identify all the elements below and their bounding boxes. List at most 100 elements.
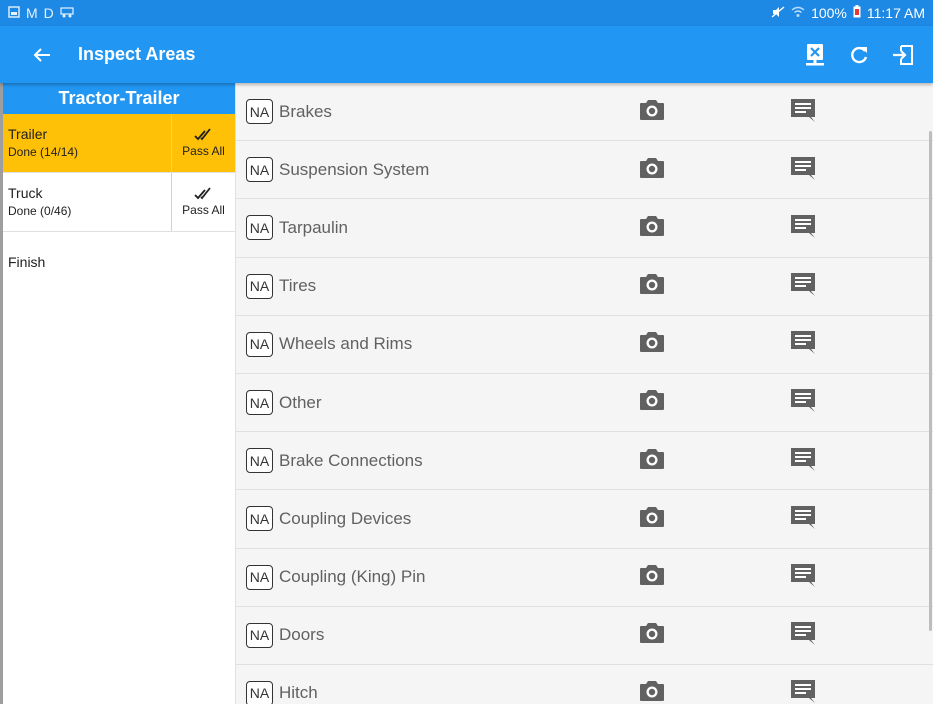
pass-all-button[interactable]: Pass All bbox=[171, 114, 235, 172]
camera-icon bbox=[638, 447, 666, 476]
clock: 11:17 AM bbox=[866, 5, 925, 21]
camera-button[interactable] bbox=[636, 388, 668, 418]
comment-button[interactable] bbox=[787, 213, 819, 243]
camera-button[interactable] bbox=[636, 679, 668, 704]
comment-button[interactable] bbox=[787, 504, 819, 534]
na-button[interactable]: NA bbox=[246, 680, 273, 704]
comment-icon bbox=[789, 562, 817, 593]
inspection-item-row[interactable]: NA Doors bbox=[236, 607, 933, 665]
camera-button[interactable] bbox=[636, 563, 668, 593]
area-status: Done (0/46) bbox=[8, 204, 72, 218]
na-button[interactable]: NA bbox=[246, 622, 273, 648]
na-button[interactable]: NA bbox=[246, 331, 273, 357]
inspection-item-row[interactable]: NA Brakes bbox=[236, 83, 933, 142]
camera-icon bbox=[638, 388, 666, 417]
camera-icon bbox=[638, 505, 666, 534]
area-status: Done (14/14) bbox=[8, 145, 79, 159]
na-button[interactable]: NA bbox=[246, 564, 273, 590]
camera-icon bbox=[638, 272, 666, 301]
comment-button[interactable] bbox=[787, 330, 819, 360]
pass-all-label: Pass All bbox=[182, 203, 225, 217]
area-name: Truck bbox=[8, 185, 43, 201]
scrollbar[interactable] bbox=[929, 131, 932, 631]
camera-button[interactable] bbox=[636, 155, 668, 185]
app-bar: Inspect Areas bbox=[0, 26, 933, 83]
inspection-item-row[interactable]: NA Brake Connections bbox=[236, 432, 933, 491]
area-info: Trailer Done (14/14) bbox=[3, 114, 171, 172]
inspection-item-row[interactable]: NA Suspension System bbox=[236, 141, 933, 200]
inspection-item-row[interactable]: NA Coupling Devices bbox=[236, 490, 933, 549]
camera-button[interactable] bbox=[636, 213, 668, 243]
comment-icon bbox=[789, 271, 817, 302]
inspection-item-label: Coupling (King) Pin bbox=[279, 567, 426, 587]
inspection-item-list[interactable]: NA Brakes NA Suspension System NA Tarpaulin NA… bbox=[236, 83, 933, 704]
inspection-item-row[interactable]: NA Hitch bbox=[236, 665, 933, 704]
comment-button[interactable] bbox=[787, 388, 819, 418]
area-info: Truck Done (0/46) bbox=[3, 173, 171, 231]
camera-button[interactable] bbox=[636, 621, 668, 651]
pass-all-label: Pass All bbox=[182, 144, 225, 158]
area-item-trailer[interactable]: Trailer Done (14/14) Pass All bbox=[3, 114, 235, 173]
comment-button[interactable] bbox=[787, 446, 819, 476]
comment-button[interactable] bbox=[787, 621, 819, 651]
camera-button[interactable] bbox=[636, 97, 668, 127]
comment-icon bbox=[789, 387, 817, 418]
wifi-icon bbox=[791, 5, 805, 21]
double-check-icon bbox=[193, 187, 211, 200]
camera-button[interactable] bbox=[636, 504, 668, 534]
pass-all-button[interactable]: Pass All bbox=[171, 173, 235, 231]
status-m: M bbox=[26, 5, 38, 21]
inspection-item-row[interactable]: NA Tarpaulin bbox=[236, 199, 933, 258]
area-item-truck[interactable]: Truck Done (0/46) Pass All bbox=[3, 173, 235, 232]
status-bar: M D 100% 11:17 AM bbox=[0, 0, 933, 26]
na-button[interactable]: NA bbox=[246, 215, 273, 241]
comment-icon bbox=[789, 329, 817, 360]
comment-button[interactable] bbox=[787, 563, 819, 593]
na-button[interactable]: NA bbox=[246, 506, 273, 532]
comment-button[interactable] bbox=[787, 272, 819, 302]
camera-icon bbox=[638, 98, 666, 127]
na-button[interactable]: NA bbox=[246, 273, 273, 299]
notification-icon bbox=[8, 5, 20, 21]
camera-icon bbox=[638, 214, 666, 243]
camera-icon bbox=[638, 679, 666, 704]
camera-icon bbox=[638, 156, 666, 185]
comment-icon bbox=[789, 213, 817, 244]
comment-button[interactable] bbox=[787, 97, 819, 127]
double-check-icon bbox=[193, 128, 211, 141]
status-left: M D bbox=[8, 5, 74, 21]
camera-button[interactable] bbox=[636, 330, 668, 360]
comment-icon bbox=[789, 620, 817, 651]
refresh-button[interactable] bbox=[837, 33, 881, 77]
na-button[interactable]: NA bbox=[246, 99, 273, 125]
page-title: Inspect Areas bbox=[78, 44, 196, 64]
area-name: Trailer bbox=[8, 126, 48, 142]
inspection-item-label: Hitch bbox=[279, 683, 318, 703]
inspection-item-label: Wheels and Rims bbox=[279, 334, 413, 354]
inspection-item-row[interactable]: NA Other bbox=[236, 374, 933, 433]
status-right: 100% 11:17 AM bbox=[771, 5, 925, 21]
inspection-item-label: Brakes bbox=[279, 101, 332, 121]
na-button[interactable]: NA bbox=[246, 157, 273, 183]
truck-notification-icon bbox=[60, 5, 74, 21]
comment-button[interactable] bbox=[787, 155, 819, 185]
na-button[interactable]: NA bbox=[246, 448, 273, 474]
back-button[interactable] bbox=[21, 34, 63, 76]
status-d: D bbox=[43, 5, 54, 21]
comment-icon bbox=[789, 446, 817, 477]
inspection-item-row[interactable]: NA Tires bbox=[236, 258, 933, 316]
battery-percent: 100% bbox=[811, 5, 847, 21]
comment-icon bbox=[789, 504, 817, 535]
finish-item[interactable]: Finish bbox=[3, 232, 235, 270]
camera-icon bbox=[638, 330, 666, 359]
camera-button[interactable] bbox=[636, 446, 668, 476]
inspection-item-row[interactable]: NA Wheels and Rims bbox=[236, 316, 933, 374]
camera-icon bbox=[638, 563, 666, 592]
delete-report-button[interactable] bbox=[793, 33, 837, 77]
comment-icon bbox=[789, 97, 817, 128]
inspection-item-row[interactable]: NA Coupling (King) Pin bbox=[236, 549, 933, 607]
comment-button[interactable] bbox=[787, 679, 819, 704]
na-button[interactable]: NA bbox=[246, 390, 273, 416]
exit-button[interactable] bbox=[881, 33, 925, 77]
camera-button[interactable] bbox=[636, 272, 668, 302]
